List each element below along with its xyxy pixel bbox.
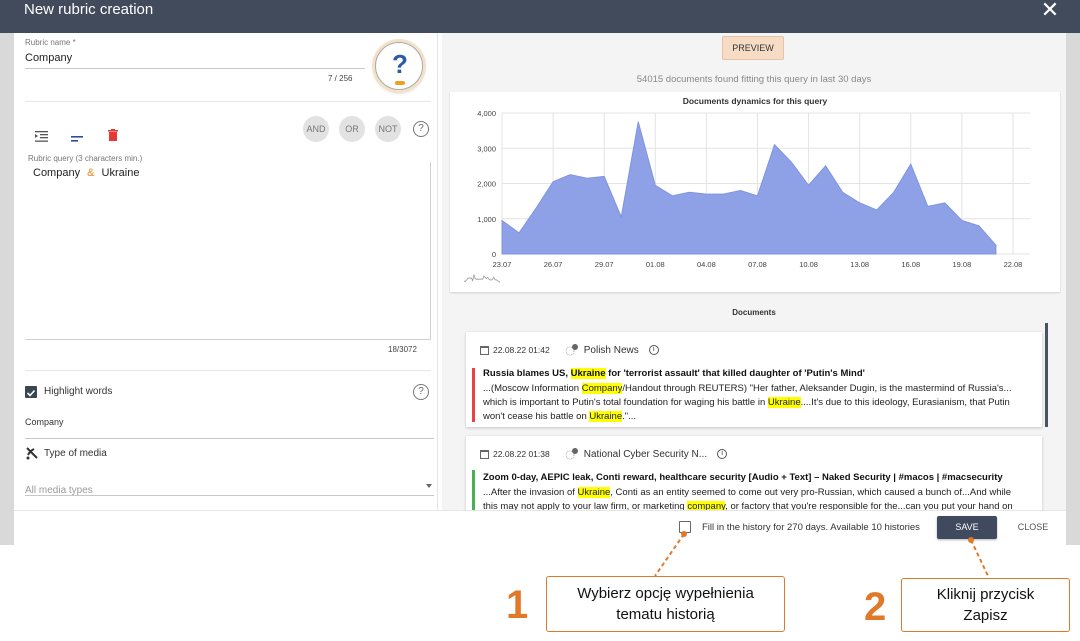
callout-line: Kliknij przycisk bbox=[936, 586, 1035, 603]
step-1-callout: Wybierz opcję wypełnienia tematu histori… bbox=[546, 576, 785, 632]
step-number: 1 bbox=[506, 583, 529, 627]
arrow-line-1 bbox=[654, 533, 685, 577]
callout-line: tematu historią bbox=[616, 606, 715, 623]
callout-line: Wybierz opcję wypełnienia bbox=[577, 585, 754, 602]
arrow-dot-2 bbox=[968, 537, 974, 543]
arrow-line-2 bbox=[970, 539, 990, 579]
annotation-arrows bbox=[654, 531, 990, 579]
callout-line: Zapisz bbox=[963, 607, 1008, 624]
step-2-callout: Kliknij przycisk Zapisz bbox=[901, 578, 1070, 632]
arrow-dot-1 bbox=[681, 531, 687, 537]
step-number: 2 bbox=[864, 585, 887, 629]
